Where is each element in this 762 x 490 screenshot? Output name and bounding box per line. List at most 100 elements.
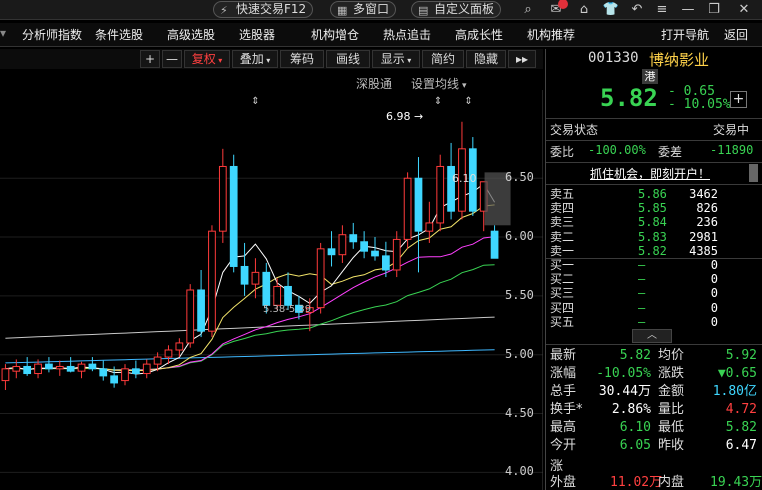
stat-value: 2.86% bbox=[611, 402, 651, 417]
candlestick[interactable] bbox=[208, 225, 216, 338]
menu-item-high-growth[interactable]: 高成长性 bbox=[455, 26, 503, 43]
candlestick[interactable] bbox=[436, 154, 445, 232]
menu-item-hot-track[interactable]: 热点追击 bbox=[383, 26, 431, 43]
more-button[interactable]: ▸▸ bbox=[508, 50, 536, 68]
scrollbar-thumb[interactable] bbox=[749, 164, 758, 182]
restore-icon[interactable]: ❐ bbox=[704, 1, 724, 18]
stock-name[interactable]: 博纳影业 bbox=[649, 49, 709, 70]
mail-icon[interactable]: ✉ bbox=[546, 0, 568, 18]
buy-level-row[interactable]: 买四 — 0 bbox=[546, 301, 762, 315]
candlestick[interactable] bbox=[414, 157, 423, 273]
status-label: 交易状态 bbox=[550, 123, 599, 137]
fuquan-button[interactable]: 复权 ▾ bbox=[184, 50, 230, 68]
candlestick[interactable] bbox=[142, 359, 151, 379]
buy-level-row[interactable]: 买二 — 0 bbox=[546, 272, 762, 286]
event-marker-star-icon[interactable]: ⇕ bbox=[434, 96, 442, 107]
sell-level-row[interactable]: 卖五 5.86 3462 bbox=[546, 187, 762, 201]
candlestick[interactable] bbox=[229, 154, 238, 273]
candlestick[interactable] bbox=[121, 364, 129, 386]
candlestick[interactable] bbox=[99, 360, 108, 381]
menu-item-analyst-index[interactable]: 分析师指数 bbox=[22, 26, 82, 43]
menu-item-open-nav[interactable]: 打开导航 bbox=[661, 26, 709, 43]
candlestick[interactable] bbox=[66, 357, 75, 373]
candlestick[interactable] bbox=[338, 225, 347, 263]
event-marker-diamond-icon[interactable]: ⇕ bbox=[251, 96, 259, 107]
candle-body bbox=[229, 165, 238, 267]
drawline-button[interactable]: 画线 bbox=[326, 50, 370, 68]
zoom-in-button[interactable]: + bbox=[140, 50, 160, 68]
candlestick[interactable] bbox=[132, 360, 140, 379]
close-icon[interactable]: ✕ bbox=[734, 1, 754, 18]
candlestick[interactable] bbox=[23, 357, 32, 376]
sell-level-row[interactable]: 卖二 5.83 2981 bbox=[546, 230, 762, 244]
search-icon[interactable]: ⌕ bbox=[518, 1, 538, 18]
stat-value: 1.80亿 bbox=[712, 384, 757, 399]
event-marker-diamond-icon[interactable]: ⇕ bbox=[464, 96, 472, 107]
add-watchlist-button[interactable]: + bbox=[730, 91, 747, 108]
candlestick[interactable] bbox=[45, 357, 53, 373]
menu-item-inst-recommend[interactable]: 机构推荐 bbox=[527, 26, 575, 43]
chips-button[interactable]: 筹码 bbox=[280, 50, 324, 68]
buy-level-row[interactable]: 买五 — 0 bbox=[546, 315, 762, 329]
level-label: 卖三 bbox=[550, 215, 575, 230]
stat-value: 4.72 bbox=[725, 402, 757, 417]
buy-level-row[interactable]: 买三 — 0 bbox=[546, 286, 762, 300]
candlestick[interactable] bbox=[392, 231, 401, 278]
multi-window-button[interactable]: ▦ 多窗口 bbox=[330, 1, 397, 18]
menu-item-inst-increase[interactable]: 机构增仓 bbox=[311, 26, 359, 43]
custom-panel-button[interactable]: ▤ 自定义面板 bbox=[411, 1, 502, 18]
display-button[interactable]: 显示 ▾ bbox=[372, 50, 420, 68]
sell-level-row[interactable]: 卖一 5.82 4385 bbox=[546, 244, 762, 258]
sell-level-row[interactable]: 卖四 5.85 826 bbox=[546, 201, 762, 215]
menu-item-condition-pick[interactable]: 条件选股 bbox=[95, 26, 143, 43]
candlestick[interactable] bbox=[371, 237, 379, 261]
buy-level-row[interactable]: 买一 — 0 bbox=[546, 258, 762, 272]
candlestick[interactable] bbox=[1, 364, 10, 390]
candle-body bbox=[251, 271, 260, 285]
last-price-annotation: 6.10 bbox=[452, 172, 477, 185]
stat-value: ▼0.65 bbox=[717, 366, 757, 381]
menu-item-stock-picker[interactable]: 选股器 bbox=[239, 26, 275, 43]
candlestick[interactable] bbox=[403, 172, 412, 249]
candlestick[interactable] bbox=[55, 360, 64, 376]
candlestick[interactable] bbox=[490, 225, 499, 259]
candlestick[interactable] bbox=[197, 270, 205, 338]
overlay-button[interactable]: 叠加 ▾ bbox=[232, 50, 278, 68]
candle-body bbox=[55, 365, 64, 370]
menu-icon[interactable]: ≡ bbox=[652, 1, 672, 18]
candlestick[interactable] bbox=[327, 231, 336, 267]
weicha-label: 委差 bbox=[658, 145, 683, 159]
kline-chart[interactable]: ⇕⇕⇕✱✱✱✱✱ 6.50 6.00 5.50 5.00 4.50 4.00 6… bbox=[0, 90, 564, 490]
candle-body bbox=[360, 241, 368, 252]
quick-trade-button[interactable]: ⚡ 快速交易F12 bbox=[213, 1, 314, 18]
menu-item-back[interactable]: 返回 bbox=[724, 26, 748, 43]
candlestick[interactable] bbox=[240, 242, 249, 296]
candle-body bbox=[262, 271, 271, 306]
simple-button[interactable]: 简约 bbox=[422, 50, 464, 68]
level-price: 5.85 bbox=[638, 201, 667, 216]
stat-label: 量比 bbox=[658, 402, 685, 417]
candlestick[interactable] bbox=[88, 357, 97, 372]
hide-button[interactable]: 隐藏 bbox=[466, 50, 506, 68]
kline-svg[interactable]: ⇕⇕⇕✱✱✱✱✱ bbox=[0, 90, 564, 490]
candlestick[interactable] bbox=[186, 284, 195, 348]
collapse-orderbook-button[interactable]: ︿ bbox=[632, 329, 672, 343]
candlestick[interactable] bbox=[316, 242, 325, 314]
level-price: 5.86 bbox=[638, 187, 667, 201]
candlestick[interactable] bbox=[458, 121, 466, 220]
back-icon[interactable]: ↶ bbox=[627, 1, 647, 18]
home-icon[interactable]: ⌂ bbox=[574, 1, 594, 18]
menu-item-advanced-pick[interactable]: 高级选股 bbox=[167, 26, 215, 43]
candlestick[interactable] bbox=[360, 231, 368, 259]
candlestick[interactable] bbox=[251, 258, 260, 299]
level-volume: 2981 bbox=[689, 229, 718, 244]
sell-level-row[interactable]: 卖三 5.84 236 bbox=[546, 215, 762, 229]
open-account-link[interactable]: 抓住机会，即刻开户！ bbox=[590, 165, 710, 182]
candlestick[interactable] bbox=[218, 148, 227, 243]
shirt-icon[interactable]: 👕 bbox=[601, 1, 621, 18]
level-price: 5.82 bbox=[638, 243, 667, 258]
minimize-icon[interactable]: — bbox=[678, 1, 698, 18]
candlestick[interactable] bbox=[349, 222, 358, 249]
candlestick[interactable] bbox=[77, 361, 86, 379]
zoom-out-button[interactable]: — bbox=[162, 50, 182, 68]
